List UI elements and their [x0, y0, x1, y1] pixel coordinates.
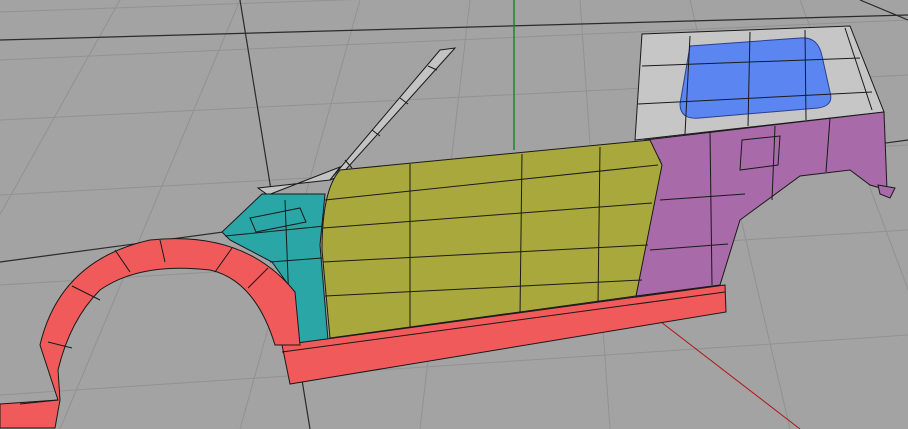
wheel-arch[interactable] — [0, 238, 301, 429]
scene-canvas[interactable] — [0, 0, 908, 429]
mesh-fragment — [877, 184, 896, 199]
rear-quarter-panel[interactable] — [635, 111, 888, 297]
3d-viewport[interactable] — [0, 0, 908, 429]
